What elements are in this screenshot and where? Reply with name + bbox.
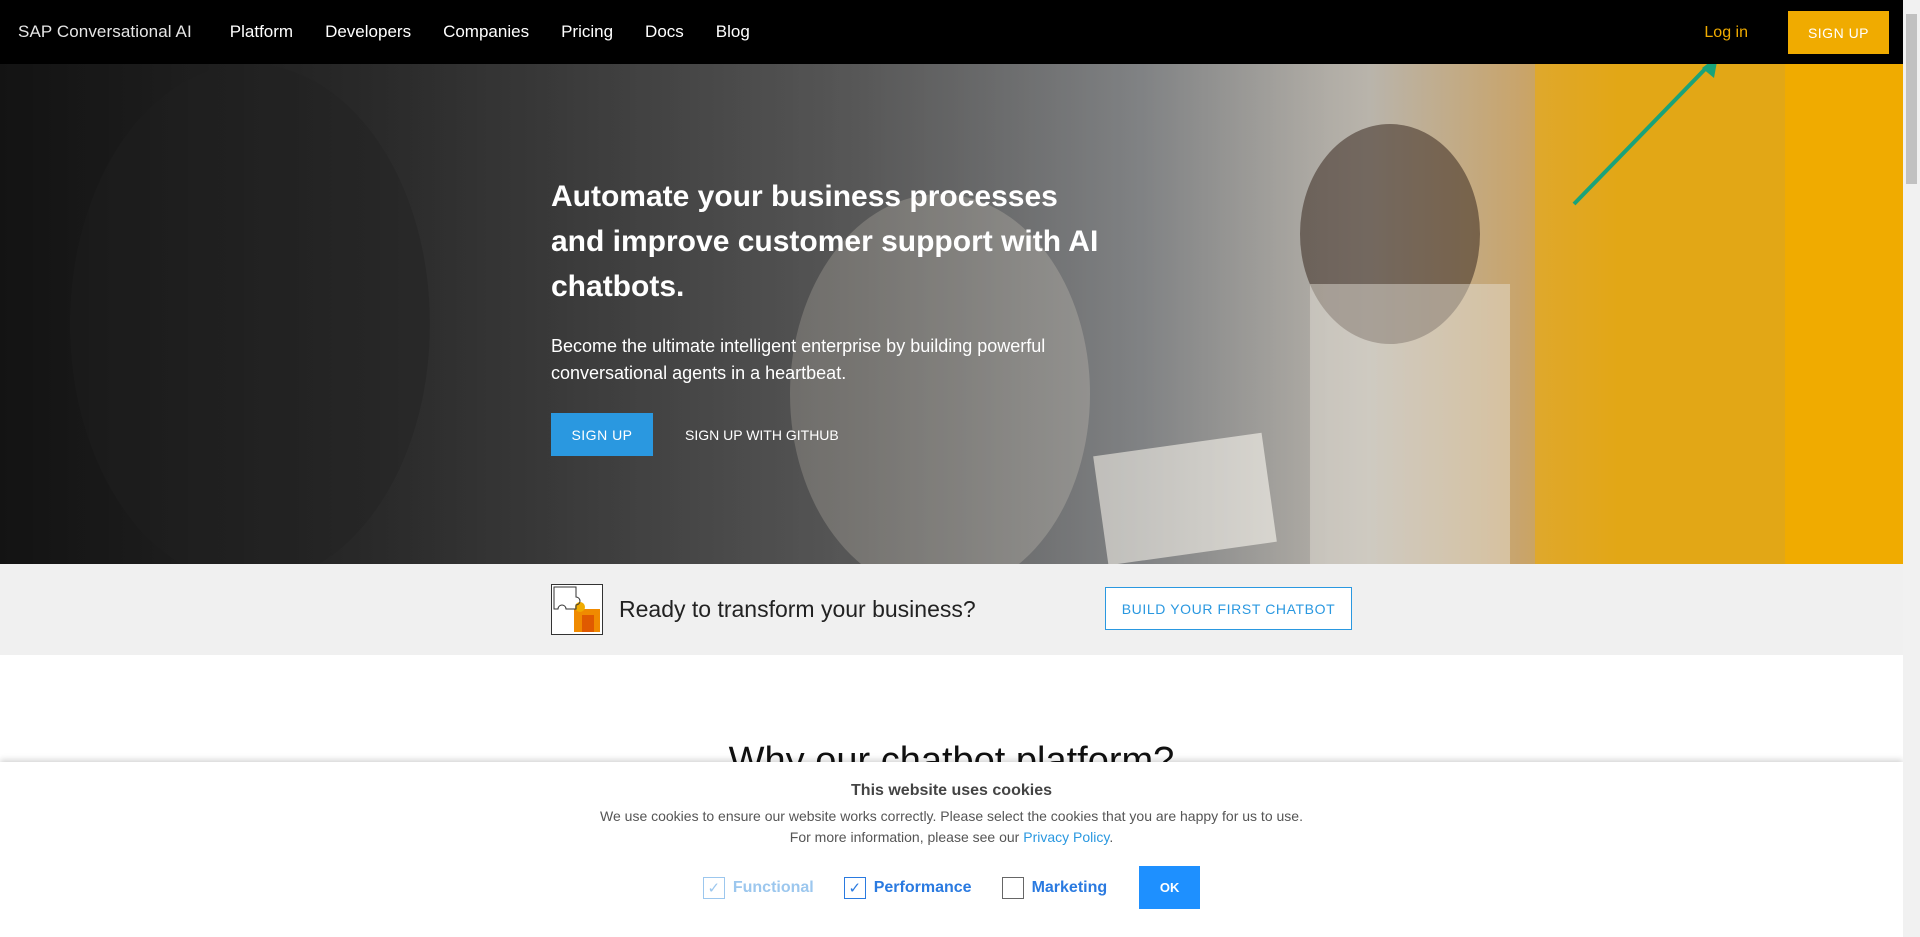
brand-logo[interactable]: SAP Conversational AI [18, 22, 192, 42]
hero-content: Automate your business processes and imp… [551, 174, 1111, 456]
top-navbar: SAP Conversational AI Platform Developer… [0, 0, 1903, 64]
signup-button-hero[interactable]: SIGN UP [551, 413, 653, 456]
hero-actions: SIGN UP SIGN UP WITH GITHUB [551, 413, 1111, 456]
nav-link-platform[interactable]: Platform [230, 22, 293, 42]
check-icon: ✓ [702, 876, 725, 899]
puzzle-icon [551, 584, 603, 635]
checkbox-functional-label: Functional [732, 878, 814, 896]
annotation-arrow-icon [1572, 64, 1717, 206]
checkbox-marketing-label: Marketing [1031, 878, 1108, 896]
signup-github-link[interactable]: SIGN UP WITH GITHUB [685, 427, 839, 443]
hero-yellow-stripe [1785, 64, 1903, 564]
signup-button-header[interactable]: SIGN UP [1788, 11, 1889, 54]
nav-actions: Log in SIGN UP [1704, 11, 1889, 54]
cookie-options: ✓ Functional ✓ Performance Marketing OK [0, 866, 1903, 909]
page-scrollbar[interactable] [1903, 0, 1920, 937]
cookie-description: We use cookies to ensure our website wor… [0, 806, 1903, 848]
hero-section: Automate your business processes and imp… [0, 64, 1903, 564]
cookie-ok-button[interactable]: OK [1139, 866, 1201, 909]
cta-text: Ready to transform your business? [619, 596, 976, 622]
nav-links: Platform Developers Companies Pricing Do… [230, 22, 782, 42]
cookie-line-1: We use cookies to ensure our website wor… [600, 808, 1303, 824]
login-link[interactable]: Log in [1704, 24, 1748, 42]
privacy-policy-link[interactable]: Privacy Policy [1023, 829, 1109, 845]
build-chatbot-button[interactable]: BUILD YOUR FIRST CHATBOT [1105, 587, 1352, 630]
cookie-line-2-prefix: For more information, please see our [789, 829, 1024, 845]
checkbox-functional[interactable]: ✓ Functional [702, 876, 814, 899]
cookie-line-2-suffix: . [1109, 829, 1114, 845]
nav-link-companies[interactable]: Companies [443, 22, 529, 42]
hero-title: Automate your business processes and imp… [551, 180, 1099, 303]
nav-link-pricing[interactable]: Pricing [561, 22, 613, 42]
cta-band: Ready to transform your business? BUILD … [0, 564, 1903, 655]
check-icon: ✓ [843, 876, 866, 899]
nav-link-developers[interactable]: Developers [325, 22, 411, 42]
cta-content: Ready to transform your business? [551, 584, 976, 635]
nav-link-docs[interactable]: Docs [645, 22, 684, 42]
hero-subtitle: Become the ultimate intelligent enterpri… [551, 336, 1046, 383]
cookie-line-2: For more information, please see our Pri… [0, 827, 1903, 848]
scrollbar-thumb[interactable] [1906, 14, 1917, 184]
cookie-banner: This website uses cookies We use cookies… [0, 762, 1903, 937]
nav-link-blog[interactable]: Blog [716, 22, 750, 42]
checkbox-marketing[interactable]: Marketing [1001, 876, 1108, 899]
checkbox-performance[interactable]: ✓ Performance [843, 876, 972, 899]
cookie-title: This website uses cookies [851, 782, 1052, 799]
empty-checkbox-icon [1001, 876, 1024, 899]
checkbox-performance-label: Performance [873, 878, 972, 896]
